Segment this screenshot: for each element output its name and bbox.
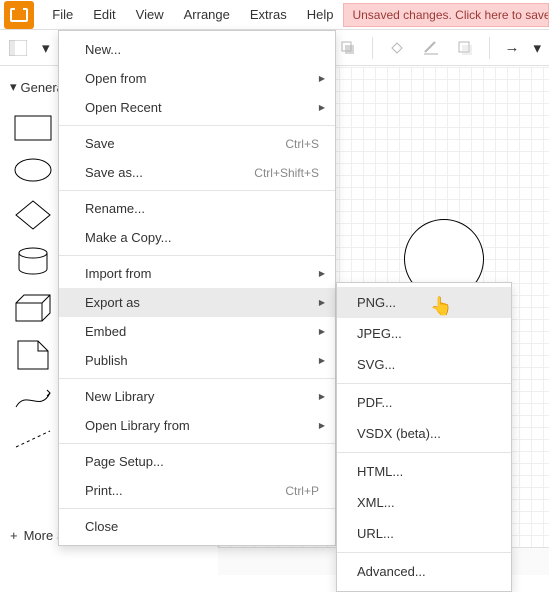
shape-document[interactable] — [14, 339, 52, 371]
shape-curve[interactable] — [14, 387, 52, 413]
export-xml[interactable]: XML... — [337, 487, 511, 518]
separator — [59, 125, 335, 126]
export-pdf[interactable]: PDF... — [337, 387, 511, 418]
shape-cylinder[interactable] — [14, 247, 52, 277]
separator — [59, 508, 335, 509]
chevron-down-icon: ▾ — [10, 79, 17, 95]
fill-icon[interactable] — [387, 38, 407, 58]
shape-dashed-line[interactable] — [14, 429, 52, 449]
export-html[interactable]: HTML... — [337, 456, 511, 487]
file-new-library[interactable]: New Library — [59, 382, 335, 411]
connection-icon[interactable]: → — [504, 39, 519, 56]
file-publish[interactable]: Publish — [59, 346, 335, 375]
file-import-from[interactable]: Import from — [59, 259, 335, 288]
separator — [372, 37, 373, 59]
export-jpeg[interactable]: JPEG... — [337, 318, 511, 349]
menu-view[interactable]: View — [126, 1, 174, 28]
export-submenu: PNG... JPEG... SVG... PDF... VSDX (beta)… — [336, 282, 512, 592]
unsaved-status[interactable]: Unsaved changes. Click here to save — [343, 3, 549, 27]
export-svg[interactable]: SVG... — [337, 349, 511, 380]
layout-icon[interactable] — [8, 38, 28, 58]
file-make-copy[interactable]: Make a Copy... — [59, 223, 335, 252]
file-new[interactable]: New... — [59, 35, 335, 64]
file-export-as[interactable]: Export as — [59, 288, 335, 317]
file-save-as[interactable]: Save as...Ctrl+Shift+S — [59, 158, 335, 187]
menu-edit[interactable]: Edit — [83, 1, 125, 28]
shape-rectangle[interactable] — [14, 115, 52, 141]
separator — [59, 443, 335, 444]
file-open-recent[interactable]: Open Recent — [59, 93, 335, 122]
shape-diamond[interactable] — [14, 199, 52, 231]
app-logo[interactable] — [4, 1, 34, 29]
menu-extras[interactable]: Extras — [240, 1, 297, 28]
file-open-from[interactable]: Open from — [59, 64, 335, 93]
separator — [337, 383, 511, 384]
menubar: File Edit View Arrange Extras Help Unsav… — [0, 0, 549, 30]
export-png[interactable]: PNG... — [337, 287, 511, 318]
chevron-down-icon[interactable]: ▾ — [42, 39, 50, 57]
menu-arrange[interactable]: Arrange — [174, 1, 240, 28]
file-print[interactable]: Print...Ctrl+P — [59, 476, 335, 505]
export-vsdx[interactable]: VSDX (beta)... — [337, 418, 511, 449]
file-rename[interactable]: Rename... — [59, 194, 335, 223]
chevron-down-icon[interactable]: ▾ — [533, 39, 541, 57]
file-open-library[interactable]: Open Library from — [59, 411, 335, 440]
export-advanced[interactable]: Advanced... — [337, 556, 511, 587]
separator — [337, 552, 511, 553]
to-back-icon[interactable] — [338, 38, 358, 58]
file-page-setup[interactable]: Page Setup... — [59, 447, 335, 476]
menu-help[interactable]: Help — [297, 1, 344, 28]
separator — [59, 378, 335, 379]
separator — [59, 190, 335, 191]
stroke-icon[interactable] — [421, 38, 441, 58]
separator — [59, 255, 335, 256]
file-close[interactable]: Close — [59, 512, 335, 541]
shadow-icon[interactable] — [455, 38, 475, 58]
file-save[interactable]: SaveCtrl+S — [59, 129, 335, 158]
shape-ellipse[interactable] — [14, 157, 52, 183]
separator — [489, 37, 490, 59]
file-embed[interactable]: Embed — [59, 317, 335, 346]
separator — [337, 452, 511, 453]
plus-icon: + — [10, 528, 18, 543]
file-dropdown: New... Open from Open Recent SaveCtrl+S … — [58, 30, 336, 546]
export-url[interactable]: URL... — [337, 518, 511, 549]
shape-cube[interactable] — [14, 293, 52, 323]
menu-file[interactable]: File — [42, 1, 83, 28]
